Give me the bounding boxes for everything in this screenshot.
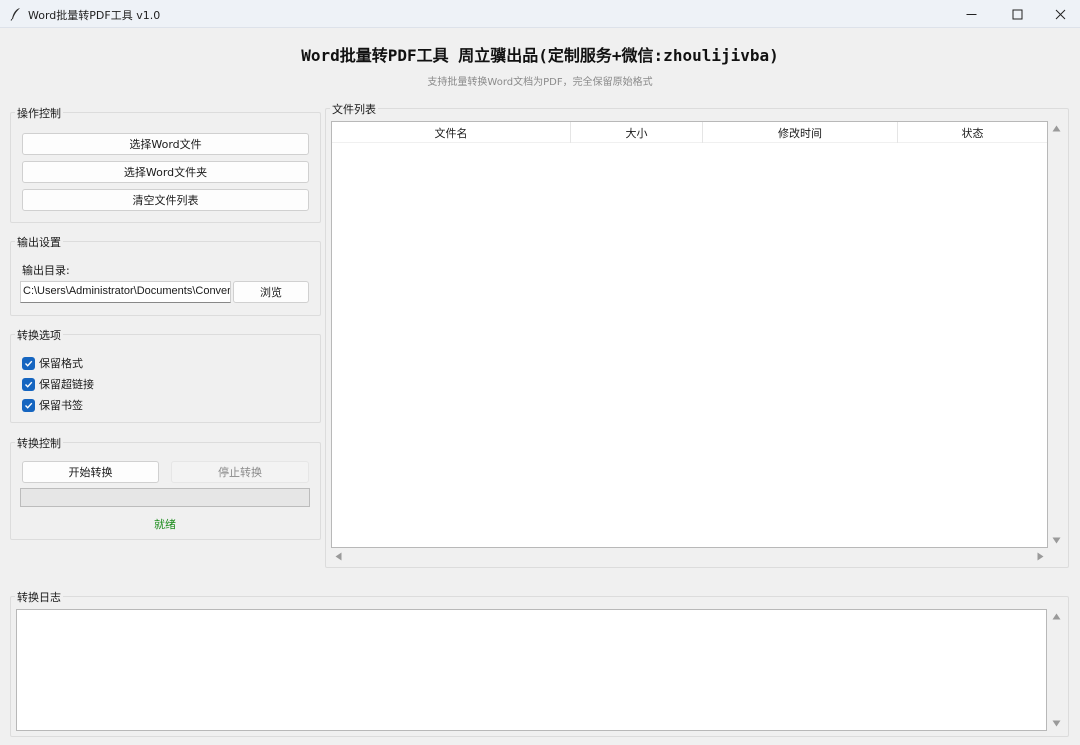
keep-format-label: 保留格式 xyxy=(39,357,83,370)
maximize-button[interactable] xyxy=(994,0,1040,28)
window-title: Word批量转PDF工具 v1.0 xyxy=(28,9,161,22)
close-button[interactable] xyxy=(1040,0,1080,28)
keep-bookmarks-label: 保留书签 xyxy=(39,399,83,412)
file-list-hscrollbar[interactable] xyxy=(331,549,1048,563)
status-label: 就绪 xyxy=(154,518,176,531)
scroll-down-icon[interactable] xyxy=(1052,720,1061,727)
keep-hyperlinks-label: 保留超链接 xyxy=(39,378,94,391)
progress-bar xyxy=(20,488,310,507)
feather-icon xyxy=(10,8,20,21)
scroll-right-icon[interactable] xyxy=(1037,552,1044,561)
operation-group-label: 操作控制 xyxy=(15,105,63,121)
stop-convert-button[interactable]: 停止转换 xyxy=(171,461,309,483)
scroll-up-icon[interactable] xyxy=(1052,125,1061,132)
log-textarea[interactable] xyxy=(16,609,1047,731)
keep-bookmarks-checkbox[interactable]: 保留书签 xyxy=(22,397,83,413)
select-word-folder-button[interactable]: 选择Word文件夹 xyxy=(22,161,309,183)
keep-format-checkbox[interactable]: 保留格式 xyxy=(22,355,83,371)
clear-file-list-button[interactable]: 清空文件列表 xyxy=(22,189,309,211)
checkbox-checked-icon xyxy=(22,356,35,370)
output-group xyxy=(10,241,321,316)
page-subtitle: 支持批量转换Word文档为PDF，完全保留原始格式 xyxy=(427,77,653,88)
column-header-status[interactable]: 状态 xyxy=(898,122,1047,143)
page-title: Word批量转PDF工具 周立骥出品(定制服务+微信:zhoulijivba) xyxy=(301,46,779,65)
close-icon xyxy=(1055,9,1065,19)
window-titlebar: Word批量转PDF工具 v1.0 xyxy=(0,0,1080,28)
checkbox-checked-icon xyxy=(22,398,35,412)
table-header: 文件名 大小 修改时间 状态 xyxy=(332,122,1047,143)
column-header-filename[interactable]: 文件名 xyxy=(332,122,571,143)
control-group-label: 转换控制 xyxy=(15,435,63,451)
scroll-down-icon[interactable] xyxy=(1052,537,1061,544)
minimize-button[interactable] xyxy=(948,0,994,28)
scroll-left-icon[interactable] xyxy=(335,552,342,561)
column-header-modified[interactable]: 修改时间 xyxy=(703,122,898,143)
minimize-icon xyxy=(966,13,976,15)
keep-hyperlinks-checkbox[interactable]: 保留超链接 xyxy=(22,376,94,392)
scroll-up-icon[interactable] xyxy=(1052,613,1061,620)
output-dir-field[interactable]: C:\Users\Administrator\Documents\Convert… xyxy=(20,281,231,303)
file-list-vscrollbar[interactable] xyxy=(1048,121,1065,548)
checkbox-checked-icon xyxy=(22,377,35,391)
maximize-icon xyxy=(1012,9,1022,19)
column-header-size[interactable]: 大小 xyxy=(571,122,703,143)
output-group-label: 输出设置 xyxy=(15,234,63,250)
browse-button[interactable]: 浏览 xyxy=(233,281,309,303)
file-list-group-label: 文件列表 xyxy=(330,101,378,117)
log-vscrollbar[interactable] xyxy=(1048,609,1065,731)
start-convert-button[interactable]: 开始转换 xyxy=(22,461,159,483)
log-group-label: 转换日志 xyxy=(15,589,63,605)
file-list-table[interactable]: 文件名 大小 修改时间 状态 xyxy=(331,121,1048,548)
options-group-label: 转换选项 xyxy=(15,327,63,343)
select-word-files-button[interactable]: 选择Word文件 xyxy=(22,133,309,155)
output-dir-label: 输出目录: xyxy=(22,264,70,277)
